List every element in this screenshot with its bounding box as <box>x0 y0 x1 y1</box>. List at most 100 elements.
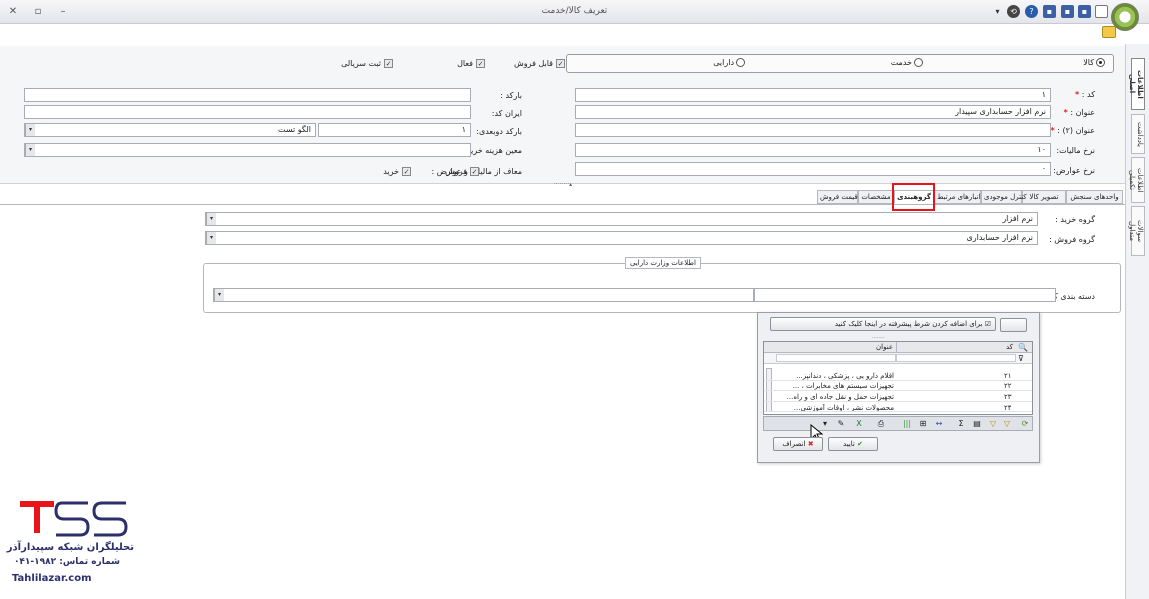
title2-input[interactable] <box>575 123 1051 137</box>
category-code-input[interactable] <box>754 288 1056 302</box>
row-code: ۲۲ <box>1004 382 1012 390</box>
tab-inventory-control[interactable]: کنترل موجودی <box>981 190 1027 204</box>
barcode2d-input[interactable]: ۱ <box>318 123 471 137</box>
refresh-icon[interactable]: ⟳ <box>1020 419 1030 429</box>
print-icon[interactable]: ⎙ <box>876 419 886 429</box>
search-icon[interactable]: 🔍 <box>1018 343 1028 352</box>
advanced-filter-button[interactable]: ☑ برای اضافه کردن شرط پیشرفته در اینجا ک… <box>770 317 996 331</box>
columns-icon[interactable]: ▤ <box>972 419 982 429</box>
chevron-down-icon[interactable]: ▾ <box>25 124 35 136</box>
tab-units[interactable]: واحدهای سنجش <box>1066 190 1123 204</box>
sale-group-combo[interactable]: نرم افزار حسابداری ▾ <box>205 231 1038 245</box>
cancel-button-label: انصراف <box>782 440 806 448</box>
chevron-down-icon[interactable]: ▾ <box>25 144 35 156</box>
grid-lines-icon[interactable]: ⊞ <box>918 419 928 429</box>
purchase-group-combo[interactable]: نرم افزار ▾ <box>205 212 1038 226</box>
ok-button[interactable]: ✔ تایید <box>828 437 878 451</box>
export-icon[interactable]: ✎ <box>836 419 846 429</box>
window-title: تعریف کالا/خدمت <box>541 6 608 16</box>
checkbox-serial[interactable]: ✓ ثبت سریالی <box>341 59 393 68</box>
radio-dot-icon <box>1096 58 1105 67</box>
save-new-icon[interactable]: ▪ <box>1061 5 1074 18</box>
popup-expand-button[interactable] <box>1000 318 1027 332</box>
excel-export-icon[interactable]: X <box>854 419 864 429</box>
asset-ministry-title: اطلاعات وزارت دارایی <box>625 257 701 269</box>
chevron-down-icon[interactable]: ▾ <box>206 213 216 225</box>
row-code: ۲۱ <box>1004 372 1012 380</box>
product-type-radio-group: کالا خدمت دارایی <box>566 54 1114 73</box>
chevron-down-icon[interactable]: ▾ <box>214 289 224 301</box>
row-code: ۲۴ <box>1004 404 1012 412</box>
filter-code-input[interactable] <box>896 354 1016 362</box>
service-cost-combo[interactable]: ▾ <box>24 143 471 157</box>
category-combo[interactable]: ▾ <box>213 288 754 302</box>
title-input[interactable]: نرم افزار حسابداری سپیدار <box>575 105 1051 119</box>
save-icon[interactable]: ▪ <box>1043 5 1056 18</box>
duty-rate-input[interactable]: ۰ <box>575 162 1051 176</box>
table-row[interactable]: ۲۳ تجهیزات حمل و نقل جاده ای و راه... <box>764 393 1032 402</box>
new-document-icon[interactable] <box>1095 5 1108 18</box>
pattern-combo[interactable]: الگو تست ▾ <box>24 123 316 137</box>
radio-service[interactable]: خدمت <box>891 58 923 67</box>
irancode-label: ایران کد: <box>491 109 522 118</box>
sale-group-label: گروه فروش : <box>1049 235 1095 244</box>
save-close-icon[interactable]: ▪ <box>1078 5 1091 18</box>
lookup-grid: 🔍 کد عنوان ⊽ ۲۱ اقلام دارو یی ، پزشکی ، … <box>763 341 1033 415</box>
checkbox-active[interactable]: ✓ فعال <box>457 59 485 68</box>
table-row[interactable]: ۲۴ محصولات نشر ، اوقات آموزشی... <box>764 404 1032 412</box>
checkbox-sellable[interactable]: ✓ قابل فروش <box>514 59 565 68</box>
grid-header-title[interactable]: عنوان <box>876 343 893 351</box>
radio-asset-label: دارایی <box>713 58 734 67</box>
ok-button-label: تایید <box>843 440 855 448</box>
watermark-site: Tahlilazar.com <box>12 573 92 584</box>
chevron-down-icon[interactable]: ▾ <box>206 232 216 244</box>
row-title: تجهیزات سیستم های مخابرات ، ... <box>792 382 894 390</box>
table-row[interactable]: ۲۱ اقلام دارو یی ، پزشکی ، دندانپز... <box>764 372 1032 381</box>
fit-width-icon[interactable]: ↔ <box>934 419 944 429</box>
irancode-input[interactable] <box>24 105 471 119</box>
cancel-button[interactable]: ✖ انصراف <box>773 437 823 451</box>
watermark-phone: شماره تماس: ۱۹۸۲-۰۴۱ <box>13 557 120 567</box>
column-divider <box>896 342 897 353</box>
grid-header-code[interactable]: کد <box>1006 343 1013 351</box>
tax-rate-input[interactable]: ۱۰ <box>575 143 1051 157</box>
radio-goods[interactable]: کالا <box>1083 58 1105 67</box>
refresh-icon[interactable]: ⟲ <box>1007 5 1020 18</box>
palette-icon[interactable] <box>1102 26 1116 38</box>
row-title: محصولات نشر ، اوقات آموزشی... <box>793 404 894 412</box>
filter-title-input[interactable] <box>776 354 896 362</box>
tab-highlight-box <box>892 183 935 211</box>
filter-icon[interactable]: ▽ <box>1002 419 1012 429</box>
radio-asset[interactable]: دارایی <box>713 58 745 67</box>
checkbox-exempt-sale[interactable]: ✓ فروش <box>445 167 479 176</box>
barcode-input[interactable] <box>24 88 471 102</box>
tab-sale-price[interactable]: قیمت فروش <box>817 190 858 204</box>
filter-icon[interactable]: ⊽ <box>1018 354 1024 363</box>
checkbox-checked-icon: ✓ <box>402 167 411 176</box>
checkbox-checked-icon: ✓ <box>470 167 479 176</box>
grid-header: 🔍 کد عنوان <box>764 342 1032 353</box>
tab-product-image[interactable]: تصویر کالا <box>1022 190 1066 204</box>
help-icon[interactable]: ? <box>1025 5 1038 18</box>
sum-icon[interactable]: Σ <box>956 419 966 429</box>
sale-group-value: نرم افزار حسابداری <box>966 233 1033 242</box>
splitter-grip-icon[interactable]: ········▴ <box>548 182 578 188</box>
grip-icon[interactable]: ········ <box>872 336 902 341</box>
grid-toolbar: ⟳ ▽ ▽ ▤ Σ ↔ ⊞ ||| ⎙ X ✎ ▾ <box>763 416 1033 431</box>
grid-filter-row[interactable]: ⊽ <box>764 353 1032 364</box>
code-input[interactable]: ۱ <box>575 88 1051 102</box>
checkbox-exempt-purchase[interactable]: ✓ خرید <box>383 167 411 176</box>
filter-clear-icon[interactable]: ▽ <box>988 419 998 429</box>
vtab-faq[interactable]: سوالات متداول <box>1128 206 1145 256</box>
vtab-main-info[interactable]: اطلاعات اصلی <box>1128 58 1145 110</box>
column-chooser-icon[interactable]: ||| <box>902 419 912 429</box>
tab-specifications[interactable]: مشخصات <box>858 190 894 204</box>
dropdown-icon[interactable]: ▾ <box>991 5 1004 18</box>
purchase-group-value: نرم افزار <box>1002 214 1033 223</box>
vtab-extra-info[interactable]: اطلاعات تکمیلی <box>1128 157 1145 203</box>
table-row[interactable]: ۲۲ تجهیزات سیستم های مخابرات ، ... <box>764 382 1032 391</box>
vtab-notes[interactable]: یادداشت <box>1131 114 1145 154</box>
radio-dot-icon <box>914 58 923 67</box>
tab-related-warehouses[interactable]: انبارهای مرتبط <box>934 190 981 204</box>
checkbox-sellable-label: قابل فروش <box>514 59 553 68</box>
